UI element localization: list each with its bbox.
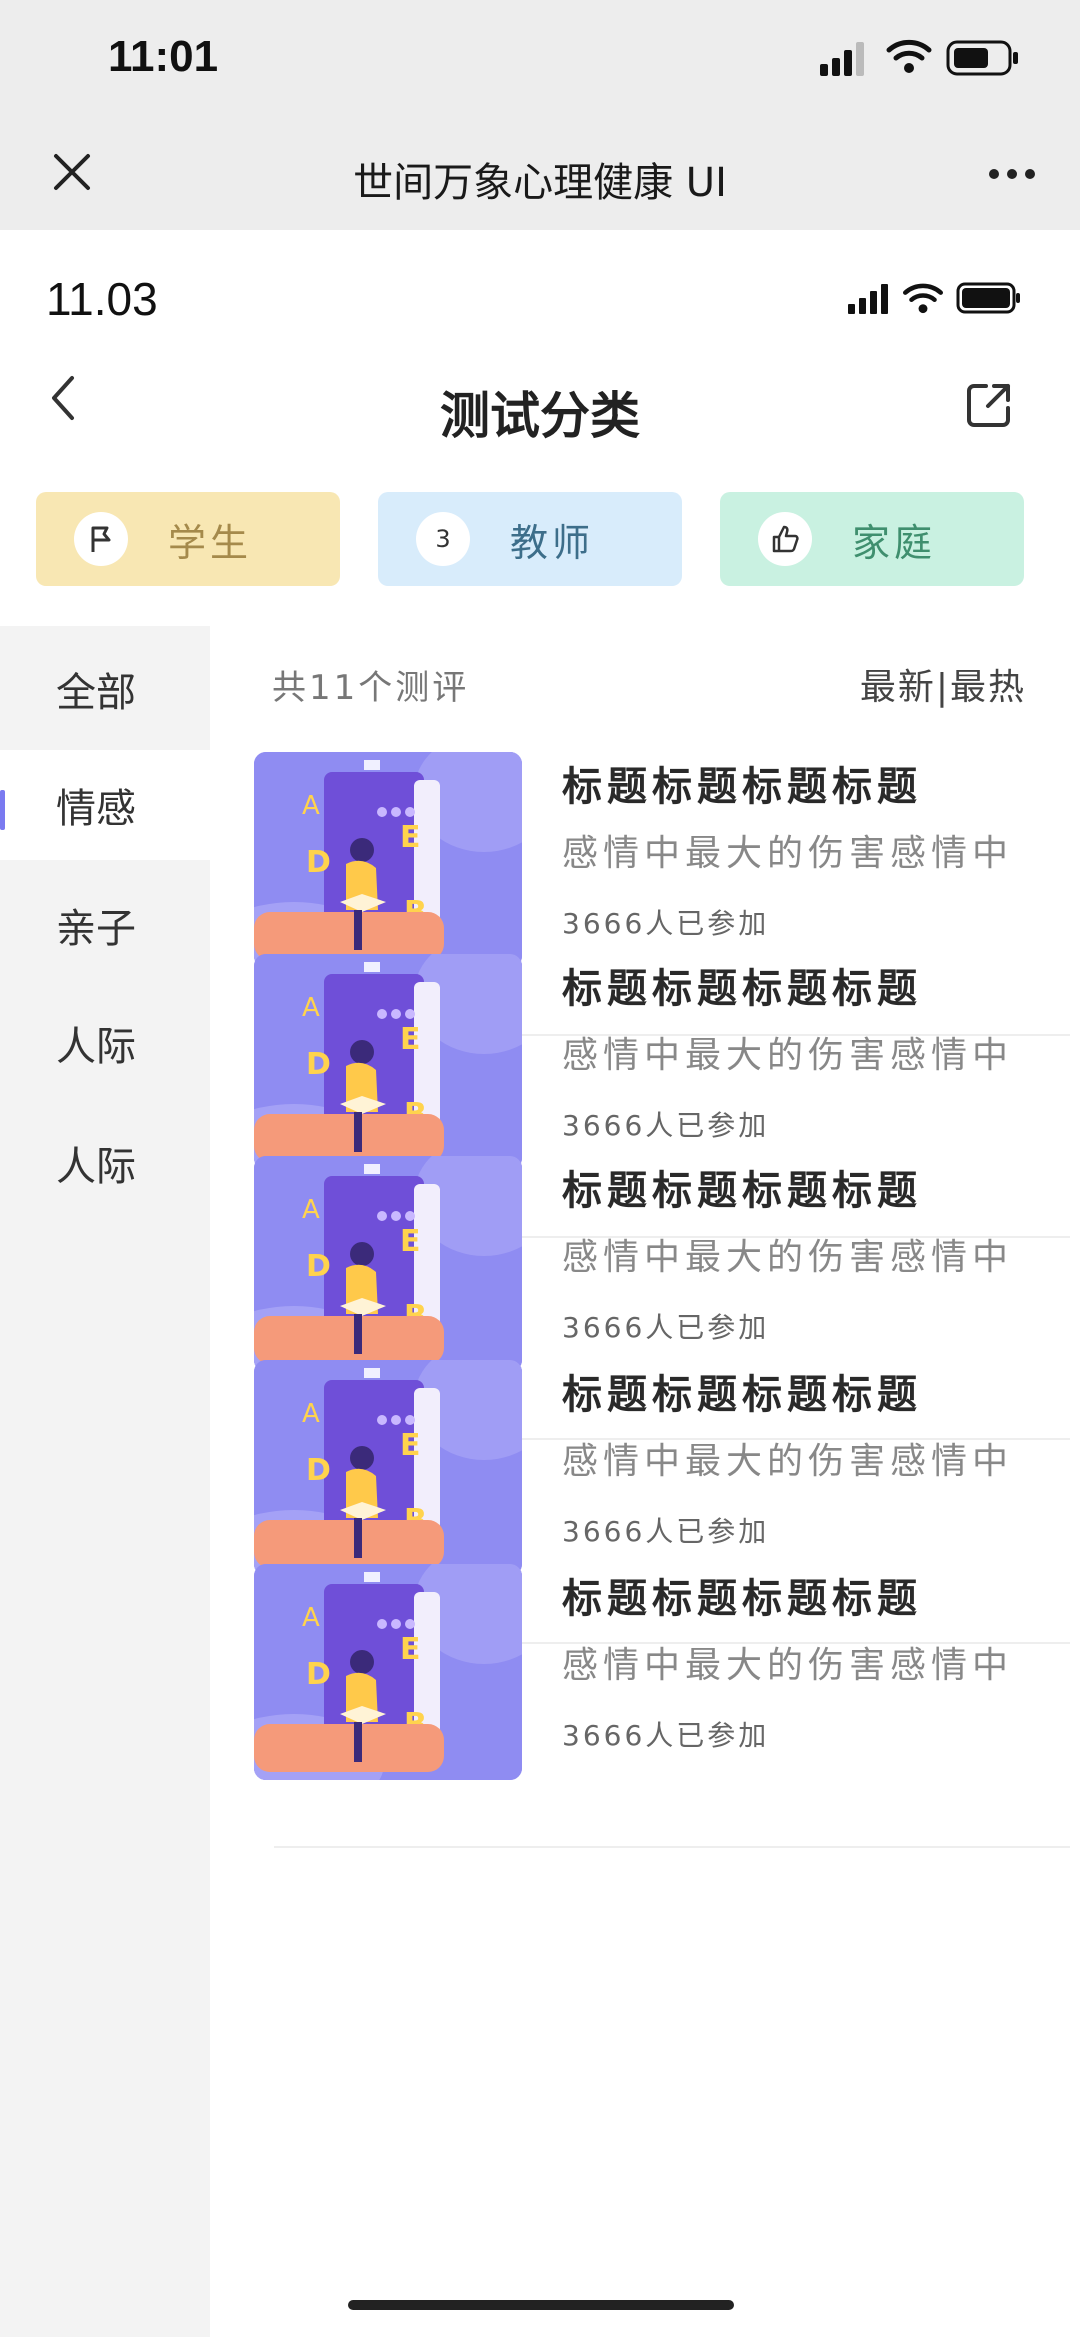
test-description: 感情中最大的伤害感情中: [562, 1441, 1014, 1482]
category-tab-label: 教师: [510, 520, 595, 565]
sidebar-item-label: 情感: [56, 786, 136, 832]
svg-text:D: D: [306, 845, 331, 880]
svg-text:A: A: [302, 1399, 320, 1429]
sidebar-item-label: 全部: [56, 670, 136, 716]
test-thumbnail: A D E B: [254, 1564, 522, 1780]
share-icon[interactable]: [964, 380, 1014, 430]
svg-text:E: E: [400, 1632, 421, 1667]
sidebar-item-social[interactable]: 人际: [0, 988, 210, 1098]
participant-count: 3666人已参加: [562, 1311, 770, 1344]
svg-text:A: A: [302, 993, 320, 1023]
participant-count: 3666人已参加: [562, 1719, 770, 1752]
app-page: 11.03 测试分类 学生 3 教师 家庭 全部 情感 亲子 人际 人际 共11…: [0, 230, 1080, 2337]
cellular-signal-icon: [820, 42, 864, 76]
sidebar-item-label: 人际: [56, 1144, 136, 1190]
svg-text:A: A: [302, 791, 320, 821]
test-count: 共11个测评: [272, 668, 470, 708]
test-thumbnail: A D E B: [254, 752, 522, 968]
test-thumbnail: A D E B: [254, 1360, 522, 1576]
category-tab-label: 家庭: [852, 520, 937, 565]
sidebar-item-label: 亲子: [56, 906, 136, 952]
wechat-title-bar: 世间万象心理健康 UI: [0, 120, 1080, 230]
thumbs-up-icon: [758, 512, 812, 566]
wifi-icon: [886, 39, 932, 73]
test-thumbnail: A D E B: [254, 954, 522, 1170]
test-description: 感情中最大的伤害感情中: [562, 1645, 1014, 1686]
inner-battery-icon: [956, 282, 1020, 314]
test-title: 标题标题标题标题: [562, 764, 922, 810]
svg-text:D: D: [306, 1657, 331, 1692]
wechat-title: 世间万象心理健康 UI: [353, 160, 727, 206]
participant-count: 3666人已参加: [562, 1109, 770, 1142]
active-indicator: [0, 790, 5, 830]
sidebar-item-emotion[interactable]: 情感: [0, 750, 210, 860]
svg-text:A: A: [302, 1195, 320, 1225]
svg-text:A: A: [302, 1603, 320, 1633]
sidebar-item-social-2[interactable]: 人际: [0, 1108, 210, 1218]
test-title: 标题标题标题标题: [562, 1372, 922, 1418]
sidebar-item-label: 人际: [56, 1024, 136, 1070]
svg-text:E: E: [400, 1224, 421, 1259]
svg-text:D: D: [306, 1249, 331, 1284]
participant-count: 3666人已参加: [562, 907, 770, 940]
number-badge-icon: 3: [416, 512, 470, 566]
sidebar-item-parent-child[interactable]: 亲子: [0, 870, 210, 980]
outer-status-bar: 11:01: [0, 0, 1080, 120]
test-description: 感情中最大的伤害感情中: [562, 1237, 1014, 1278]
test-title: 标题标题标题标题: [562, 1576, 922, 1622]
category-tab-student[interactable]: 学生: [36, 492, 340, 586]
sidebar-item-all[interactable]: 全部: [0, 634, 210, 744]
battery-icon: [946, 40, 1018, 76]
test-card[interactable]: A D E B 标题标题标题标题 感情中最大的伤害感情中 3666人已参加: [250, 1548, 1080, 1848]
inner-status-time: 11.03: [46, 273, 158, 325]
outer-status-time: 11:01: [108, 32, 219, 81]
test-title: 标题标题标题标题: [562, 1168, 922, 1214]
svg-text:D: D: [306, 1453, 331, 1488]
divider: [274, 1846, 1070, 1848]
sort-toggle[interactable]: 最新|最热: [860, 658, 1026, 710]
inner-wifi-icon: [903, 283, 943, 314]
category-tab-teacher[interactable]: 3 教师: [378, 492, 682, 586]
test-thumbnail: A D E B: [254, 1156, 522, 1372]
inner-cellular-signal-icon: [848, 284, 888, 314]
svg-text:E: E: [400, 1022, 421, 1057]
test-title: 标题标题标题标题: [562, 966, 922, 1012]
more-icon[interactable]: [988, 168, 1036, 180]
flag-icon: [74, 512, 128, 566]
sidebar: 全部 情感 亲子 人际 人际: [0, 626, 210, 2337]
participant-count: 3666人已参加: [562, 1515, 770, 1548]
svg-text:E: E: [400, 1428, 421, 1463]
category-tabs: 学生 3 教师 家庭: [36, 492, 1036, 586]
svg-text:D: D: [306, 1047, 331, 1082]
page-title: 测试分类: [440, 387, 640, 445]
home-indicator: [348, 2300, 734, 2310]
svg-text:E: E: [400, 820, 421, 855]
category-tab-label: 学生: [168, 520, 253, 565]
test-description: 感情中最大的伤害感情中: [562, 833, 1014, 874]
test-description: 感情中最大的伤害感情中: [562, 1035, 1014, 1076]
category-tab-family[interactable]: 家庭: [720, 492, 1024, 586]
